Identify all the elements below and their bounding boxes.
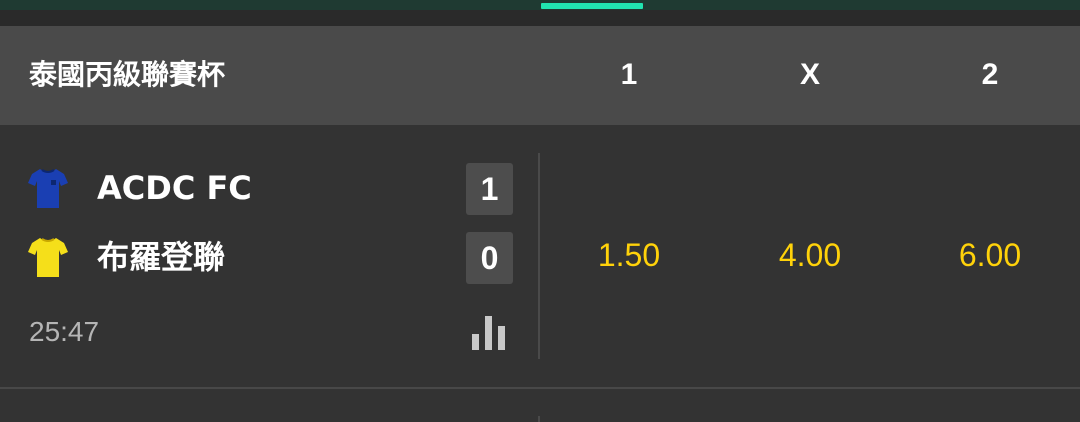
away-team-name: 布羅登聯 (97, 238, 226, 276)
spacer (0, 10, 1080, 26)
next-event-row[interactable] (0, 389, 1080, 422)
column-divider (538, 416, 540, 422)
home-score: 1 (466, 163, 513, 215)
match-clock: 25:47 (29, 316, 100, 347)
home-jersey-icon (28, 169, 68, 208)
away-score: 0 (466, 232, 513, 284)
odds-away-button[interactable]: 6.00 (910, 235, 1070, 275)
column-header-home: 1 (620, 58, 638, 91)
top-tab-bar (0, 0, 1080, 10)
home-team-row: ACDC FC 1 (0, 163, 520, 215)
odds-home-button[interactable]: 1.50 (549, 235, 709, 275)
column-header-draw: X (799, 58, 820, 91)
league-title: 泰國丙級聯賽杯 (29, 58, 226, 91)
league-header: 泰國丙級聯賽杯 1 X 2 (0, 26, 1080, 125)
stats-icon[interactable] (471, 316, 507, 350)
away-team-row: 布羅登聯 0 (0, 232, 520, 284)
event-row[interactable]: ACDC FC 1 布羅登聯 0 25:47 1.50 4.00 6.00 (0, 125, 1080, 387)
column-header-away: 2 (981, 58, 999, 91)
column-divider (538, 153, 540, 359)
odds-draw-button[interactable]: 4.00 (730, 235, 890, 275)
away-jersey-icon (28, 238, 68, 277)
home-team-name: ACDC FC (97, 169, 252, 207)
active-tab-indicator (541, 3, 643, 9)
